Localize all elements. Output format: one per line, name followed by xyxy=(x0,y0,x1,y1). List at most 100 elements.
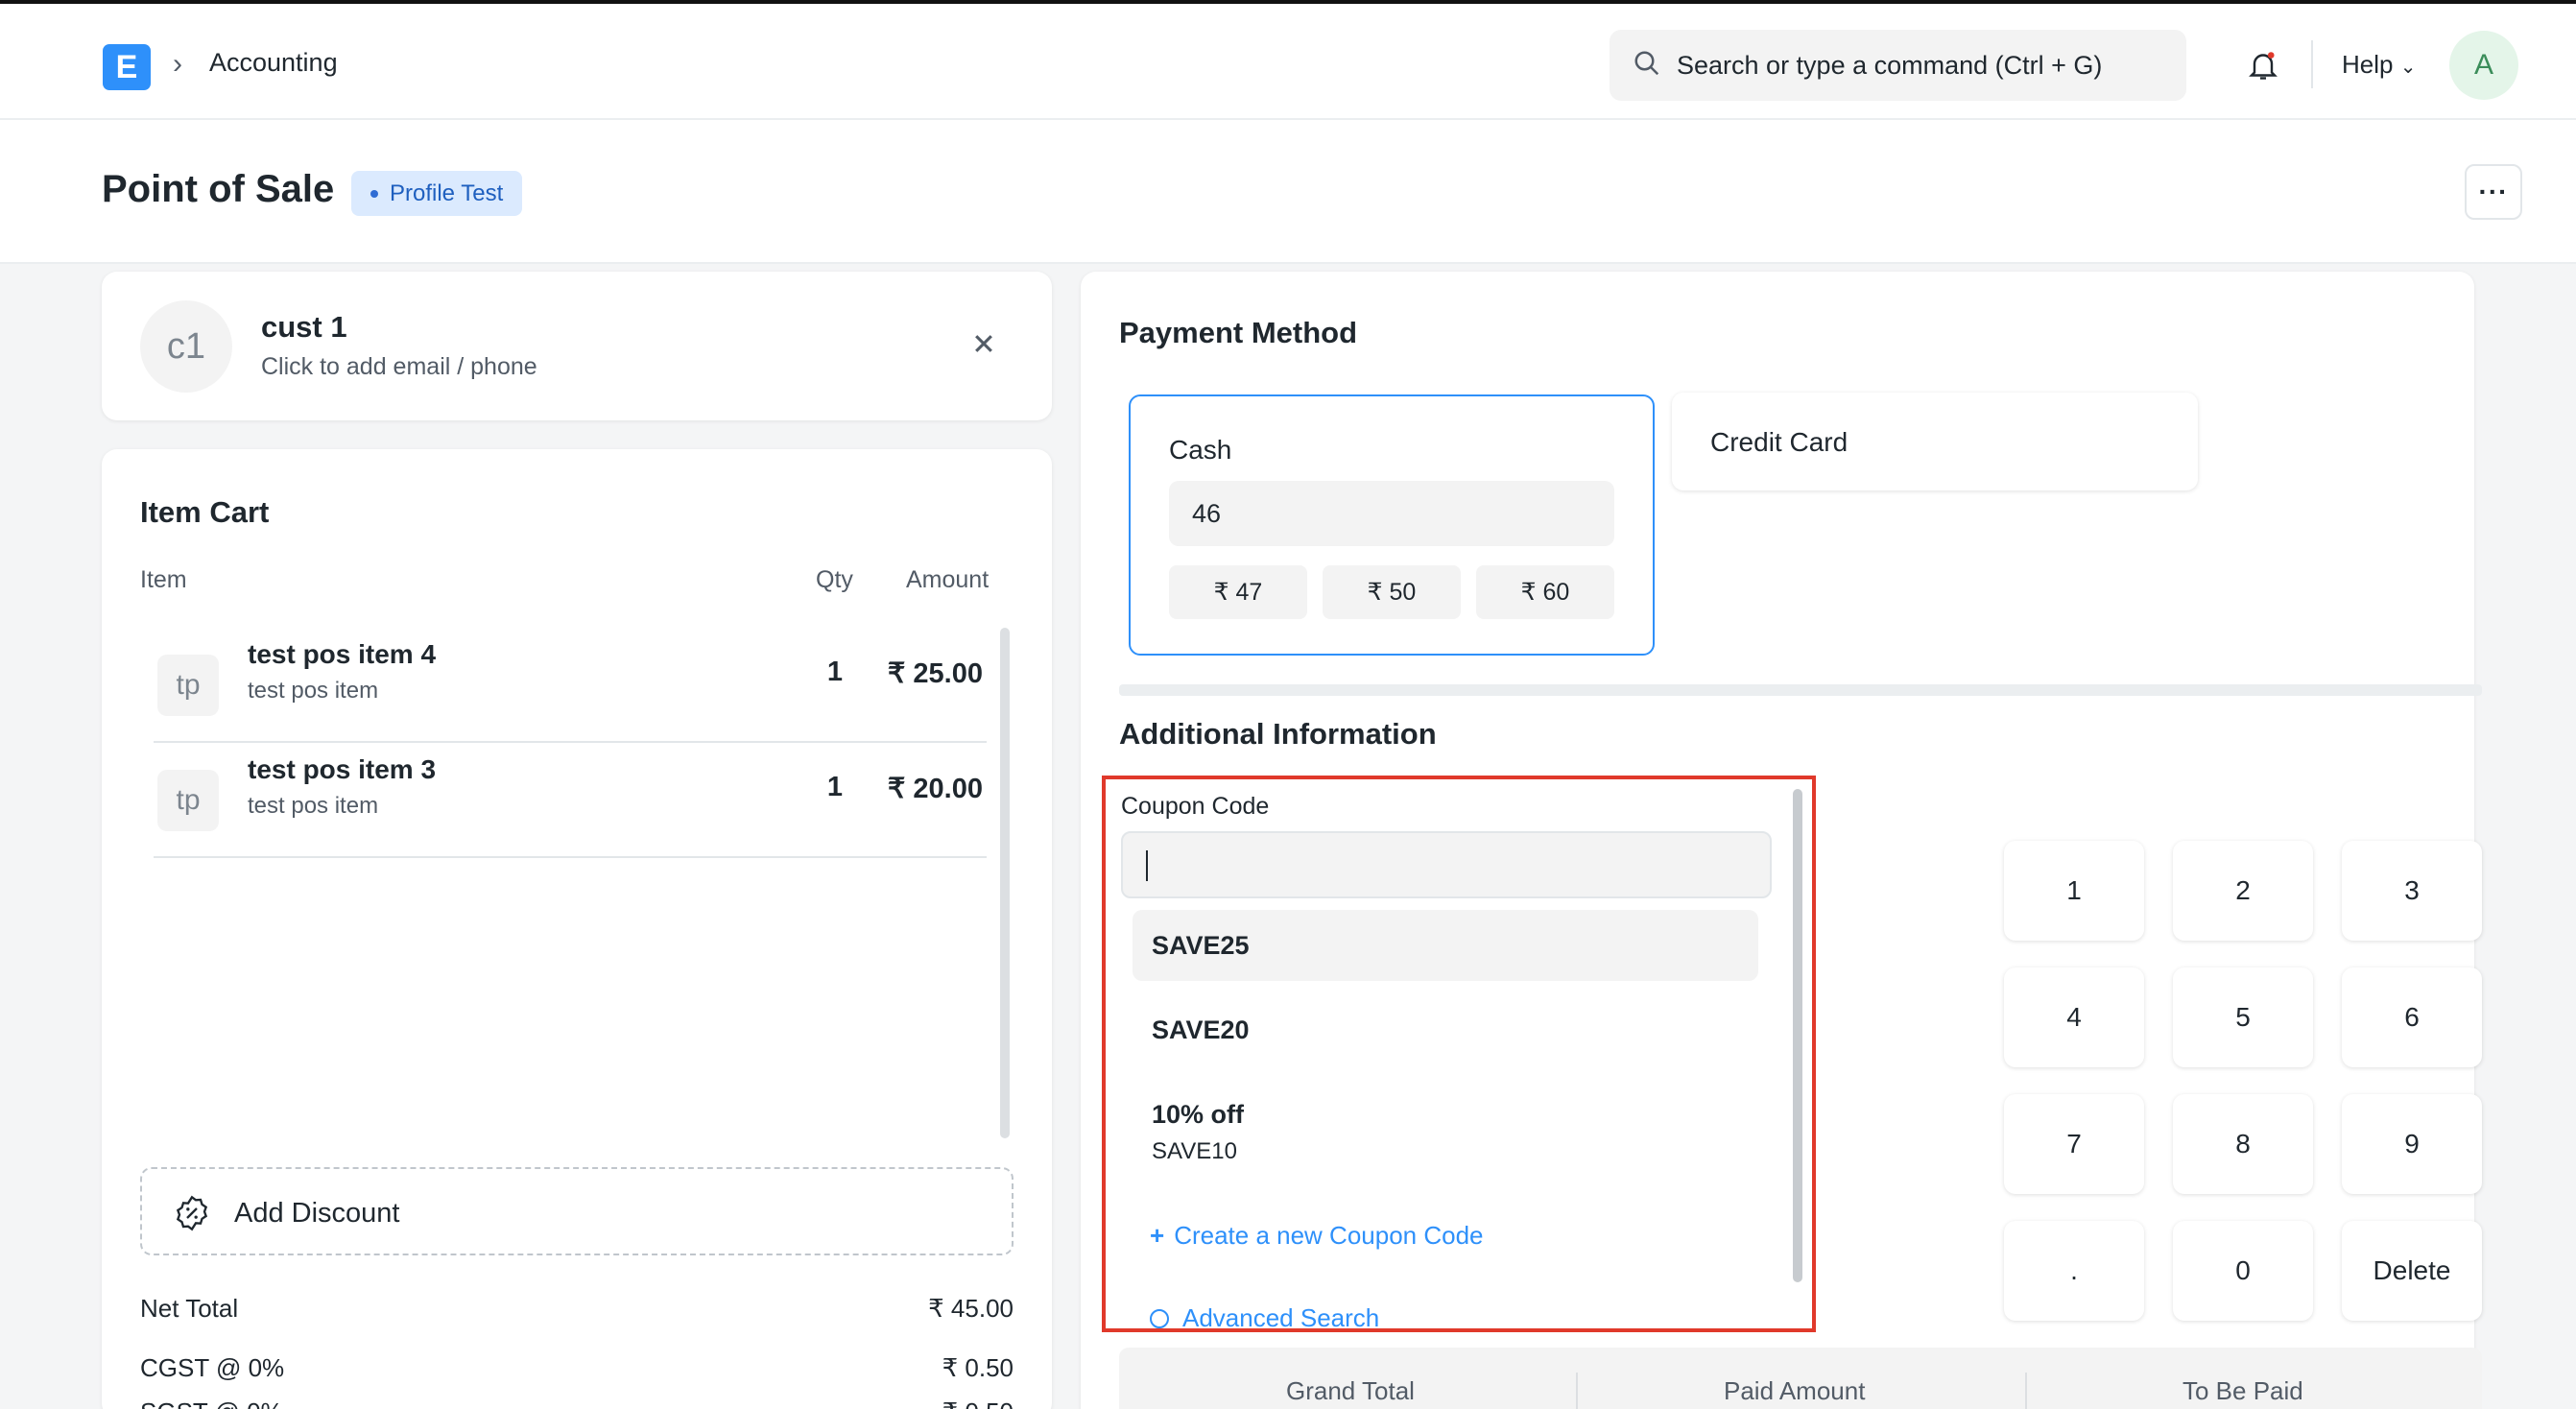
cash-amount-input[interactable]: 46 xyxy=(1169,481,1614,546)
paid-amount-label: Paid Amount xyxy=(1724,1376,1866,1405)
grand-total-label: Grand Total xyxy=(1286,1376,1415,1405)
advanced-search-label: Advanced Search xyxy=(1182,1303,1380,1332)
payment-mode-credit-card[interactable]: Credit Card xyxy=(1672,393,2198,490)
item-thumb: tp xyxy=(157,770,219,831)
create-new-coupon-link[interactable]: + Create a new Coupon Code xyxy=(1150,1221,1484,1251)
net-total-row: Net Total ₹ 45.00 xyxy=(140,1294,1014,1324)
search-placeholder: Search or type a command (Ctrl + G) xyxy=(1677,50,2103,80)
add-discount-button[interactable]: Add Discount xyxy=(140,1167,1014,1255)
navbar: E › Accounting Search or type a command … xyxy=(0,0,2576,120)
coupon-code-input[interactable] xyxy=(1121,831,1772,898)
coupon-option-title: SAVE25 xyxy=(1152,931,1250,960)
numpad-key-6[interactable]: 6 xyxy=(2342,967,2482,1067)
mode-label: Cash xyxy=(1169,435,1232,465)
app-logo[interactable]: E xyxy=(103,44,151,90)
text-cursor xyxy=(1146,850,1148,881)
cart-row[interactable]: tp test pos item 4 test pos item 1 ₹ 25.… xyxy=(154,628,987,743)
customer-name: cust 1 xyxy=(261,310,347,344)
pos-profile-badge: Profile Test xyxy=(351,171,523,216)
numpad-key-delete[interactable]: Delete xyxy=(2342,1221,2482,1321)
dropdown-scrollbar[interactable] xyxy=(1793,789,1802,1282)
section-separator xyxy=(1119,684,2482,696)
item-name: test pos item 3 xyxy=(248,754,437,784)
payment-mode-cash[interactable]: Cash 46 ₹ 47 ₹ 50 ₹ 60 xyxy=(1129,394,1655,656)
cart-row[interactable]: tp test pos item 3 test pos item 1 ₹ 20.… xyxy=(154,743,987,858)
tax-row: SGST @ 0% ₹ 0.50 xyxy=(140,1397,1014,1409)
numpad-key-5[interactable]: 5 xyxy=(2173,967,2313,1067)
total-label: SGST @ 0% xyxy=(140,1397,283,1409)
item-group: test pos item xyxy=(248,793,379,819)
help-label: Help xyxy=(2342,50,2394,79)
search-icon xyxy=(1634,51,1659,76)
create-new-coupon-label: Create a new Coupon Code xyxy=(1174,1221,1484,1250)
quick-amount-button[interactable]: ₹ 50 xyxy=(1323,565,1461,619)
total-label: CGST @ 0% xyxy=(140,1353,285,1382)
close-icon[interactable] xyxy=(971,331,996,356)
coupon-option[interactable]: 10% off SAVE10 xyxy=(1133,1079,1758,1171)
item-cart-card: Item Cart Item Qty Amount tp test pos it… xyxy=(102,449,1052,1409)
coupon-option[interactable]: SAVE20 xyxy=(1133,994,1758,1065)
page-header: Point of Sale Profile Test ··· xyxy=(0,120,2576,264)
numpad-key-dot[interactable]: . xyxy=(2004,1221,2144,1321)
total-label: Net Total xyxy=(140,1294,239,1323)
item-qty: 1 xyxy=(826,772,843,802)
cart-col-qty: Qty xyxy=(816,566,853,593)
tax-row: CGST @ 0% ₹ 0.50 xyxy=(140,1353,1014,1383)
additional-info-title: Additional Information xyxy=(1119,717,1437,751)
summary-divider xyxy=(1576,1373,1578,1409)
item-qty: 1 xyxy=(826,657,843,687)
total-value: ₹ 0.50 xyxy=(942,1397,1014,1409)
numpad-key-2[interactable]: 2 xyxy=(2173,841,2313,941)
cart-col-amount: Amount xyxy=(906,566,990,593)
customer-avatar: c1 xyxy=(140,300,232,393)
search-bar[interactable]: Search or type a command (Ctrl + G) xyxy=(1610,30,2186,101)
mode-label: Credit Card xyxy=(1710,427,1849,457)
item-amount: ₹ 25.00 xyxy=(887,658,983,689)
item-thumb: tp xyxy=(157,655,219,716)
coupon-code-label: Coupon Code xyxy=(1121,793,1270,820)
status-dot xyxy=(370,190,378,198)
chevron-down-icon: ⌄ xyxy=(2399,57,2417,78)
quick-amount-button[interactable]: ₹ 47 xyxy=(1169,565,1307,619)
plus-icon: + xyxy=(1150,1221,1165,1250)
notification-bell-icon[interactable] xyxy=(2246,48,2280,83)
numpad-key-8[interactable]: 8 xyxy=(2173,1094,2313,1194)
numpad-key-9[interactable]: 9 xyxy=(2342,1094,2482,1194)
numpad-key-0[interactable]: 0 xyxy=(2173,1221,2313,1321)
quick-amount-button[interactable]: ₹ 60 xyxy=(1476,565,1614,619)
coupon-option[interactable]: SAVE25 xyxy=(1133,910,1758,981)
navbar-divider xyxy=(2311,40,2313,88)
breadcrumb-accounting[interactable]: Accounting xyxy=(209,48,338,78)
user-avatar[interactable]: A xyxy=(2449,31,2518,100)
numpad-key-3[interactable]: 3 xyxy=(2342,841,2482,941)
coupon-option-title: SAVE20 xyxy=(1152,1015,1250,1044)
cart-title: Item Cart xyxy=(140,495,270,529)
numpad-key-7[interactable]: 7 xyxy=(2004,1094,2144,1194)
page-title: Point of Sale xyxy=(102,168,335,210)
customer-card[interactable]: c1 cust 1 Click to add email / phone xyxy=(102,272,1052,420)
to-be-paid-label: To Be Paid xyxy=(2182,1376,2303,1405)
total-value: ₹ 0.50 xyxy=(942,1353,1014,1382)
discount-badge-icon xyxy=(176,1195,208,1231)
more-actions-button[interactable]: ··· xyxy=(2465,164,2522,220)
coupon-option-title: 10% off xyxy=(1152,1100,1245,1129)
advanced-search-link[interactable]: Advanced Search xyxy=(1150,1303,1380,1332)
search-icon xyxy=(1150,1309,1169,1328)
cart-scrollbar[interactable] xyxy=(1000,628,1010,1138)
item-group: test pos item xyxy=(248,678,379,704)
item-amount: ₹ 20.00 xyxy=(887,774,983,804)
numpad-key-4[interactable]: 4 xyxy=(2004,967,2144,1067)
payment-summary-bar: Grand Total Paid Amount To Be Paid xyxy=(1119,1348,2482,1409)
item-name: test pos item 4 xyxy=(248,639,437,669)
total-value: ₹ 45.00 xyxy=(928,1294,1014,1323)
help-dropdown[interactable]: Help ⌄ xyxy=(2342,50,2416,80)
coupon-option-code: SAVE10 xyxy=(1152,1138,1237,1164)
payment-method-title: Payment Method xyxy=(1119,316,1358,349)
summary-divider xyxy=(2025,1373,2027,1409)
coupon-code-field-highlight: Coupon Code SAVE25 SAVE20 10% off SAVE10… xyxy=(1102,776,1816,1332)
numpad-key-1[interactable]: 1 xyxy=(2004,841,2144,941)
profile-badge-label: Profile Test xyxy=(390,179,504,206)
add-discount-label: Add Discount xyxy=(234,1198,400,1229)
customer-contact-hint[interactable]: Click to add email / phone xyxy=(261,353,537,381)
cart-col-item: Item xyxy=(140,566,187,593)
